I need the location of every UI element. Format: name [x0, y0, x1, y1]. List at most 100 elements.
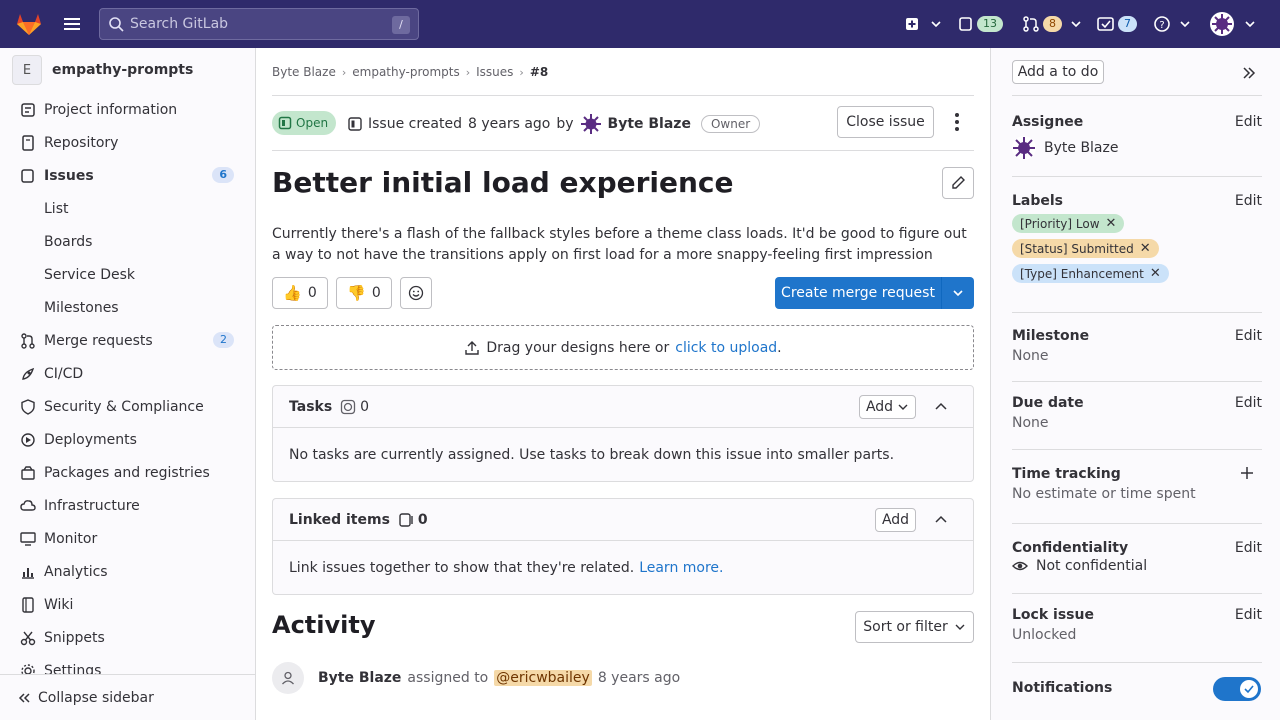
remove-label-icon[interactable]: ✕	[1150, 266, 1161, 281]
add-reaction-button[interactable]	[400, 277, 432, 309]
user-menu-button[interactable]	[1210, 12, 1257, 36]
breadcrumb-item[interactable]: Byte Blaze	[272, 65, 336, 79]
sidebar-item-monitor[interactable]: Monitor	[0, 522, 255, 555]
status-label: Open	[296, 116, 329, 130]
sidebar-item-service-desk[interactable]: Service Desk	[0, 258, 255, 291]
menu-icon[interactable]	[62, 14, 82, 34]
breadcrumb-item[interactable]: Issues	[476, 65, 513, 79]
check-icon	[1244, 685, 1254, 694]
thumbs-up-count: 0	[307, 285, 317, 301]
label-pill: [Priority] Low ✕	[1012, 214, 1125, 233]
linked-items-count: 0	[417, 511, 428, 528]
sort-filter-dropdown[interactable]: Sort or filter	[855, 611, 974, 643]
chevron-up-icon	[935, 402, 947, 410]
notifications-toggle[interactable]	[1213, 677, 1261, 701]
assignee-row[interactable]: Byte Blaze	[1012, 136, 1262, 160]
sidebar-item-cicd[interactable]: CI/CD	[0, 357, 255, 390]
due-date-title: Due date	[1012, 395, 1084, 411]
chevron-right-icon: ›	[465, 65, 471, 79]
sidebar-item-boards[interactable]: Boards	[0, 225, 255, 258]
sidebar-item-issues[interactable]: Issues 6	[0, 159, 255, 192]
sidebar-item-label: Deployments	[44, 431, 137, 448]
sidebar-item-infrastructure[interactable]: Infrastructure	[0, 489, 255, 522]
tasks-count: 0	[360, 398, 370, 415]
chevron-down-icon	[898, 404, 908, 410]
label-text: [Type] Enhancement	[1020, 266, 1144, 281]
author-name[interactable]: Byte Blaze	[608, 116, 691, 132]
sidebar-item-deployments[interactable]: Deployments	[0, 423, 255, 456]
more-actions-button[interactable]	[941, 106, 973, 138]
issue-type-icon	[348, 117, 362, 131]
issues-nav-button[interactable]: 13	[958, 12, 1003, 36]
edit-due-date-button[interactable]: Edit	[1235, 395, 1262, 411]
create-merge-request-button[interactable]: Create merge request	[775, 277, 974, 309]
edit-title-button[interactable]	[942, 167, 974, 199]
search-input[interactable]: Search GitLab /	[99, 8, 419, 40]
sidebar-item-project-information[interactable]: Project information	[0, 93, 255, 126]
monitor-icon	[20, 531, 36, 546]
click-to-upload-link[interactable]: click to upload	[675, 340, 777, 356]
todo-section	[1012, 48, 1262, 96]
remove-label-icon[interactable]: ✕	[1140, 241, 1151, 256]
thumbs-down-icon: 👎	[347, 284, 366, 302]
breadcrumb-item[interactable]: empathy-prompts	[352, 65, 459, 79]
close-issue-button[interactable]: Close issue	[837, 106, 934, 138]
linked-items-text: Link issues together to show that they'r…	[289, 559, 635, 576]
label-text: [Status] Submitted	[1020, 241, 1134, 256]
add-linked-item-button[interactable]: Add	[875, 508, 916, 532]
issues-icon	[21, 168, 34, 183]
mr-count-badge: 2	[213, 332, 234, 348]
eye-icon	[1012, 561, 1028, 571]
merge-request-icon	[1023, 16, 1039, 32]
add-task-button[interactable]: Add	[859, 395, 916, 419]
lock-issue-value: Unlocked	[1012, 627, 1077, 643]
edit-milestone-button[interactable]: Edit	[1235, 328, 1262, 344]
sidebar-item-packages-registries[interactable]: Packages and registries	[0, 456, 255, 489]
collapse-linked-items-button[interactable]	[933, 512, 949, 528]
sidebar-item-snippets[interactable]: Snippets	[0, 621, 255, 654]
labels-title: Labels	[1012, 193, 1064, 209]
user-avatar-icon	[1210, 12, 1234, 36]
search-shortcut: /	[392, 16, 410, 34]
breadcrumb-current[interactable]: #8	[530, 65, 548, 79]
project-header[interactable]: E empathy-prompts	[12, 55, 193, 85]
edit-labels-button[interactable]: Edit	[1235, 193, 1262, 209]
assignee-section: Assignee Edit Byte Blaze	[1012, 114, 1262, 177]
sidebar-item-list[interactable]: List	[0, 192, 255, 225]
sidebar-item-wiki[interactable]: Wiki	[0, 588, 255, 621]
user-mention[interactable]: @ericwbailey	[494, 670, 592, 686]
thumbs-up-button[interactable]: 👍 0	[272, 277, 328, 309]
help-button[interactable]: ?	[1153, 12, 1192, 36]
learn-more-link[interactable]: Learn more.	[639, 560, 723, 576]
sidebar-item-security-compliance[interactable]: Security & Compliance	[0, 390, 255, 423]
sidebar-item-milestones[interactable]: Milestones	[0, 291, 255, 324]
sidebar-item-analytics[interactable]: Analytics	[0, 555, 255, 588]
gitlab-logo-icon[interactable]	[16, 12, 42, 36]
divider	[272, 150, 974, 151]
create-new-button[interactable]	[904, 12, 943, 36]
sidebar-item-label: Project information	[44, 101, 178, 118]
collapse-sidebar-button[interactable]: Collapse sidebar	[0, 674, 255, 720]
doc-icon	[22, 134, 34, 151]
merge-requests-nav-button[interactable]: 8	[1022, 12, 1083, 36]
owner-badge: Owner	[700, 115, 761, 133]
collapse-sidebar-label: Collapse sidebar	[38, 689, 154, 706]
add-time-button[interactable]	[1240, 466, 1254, 480]
confidentiality-title: Confidentiality	[1012, 540, 1129, 556]
edit-confidentiality-button[interactable]: Edit	[1235, 540, 1262, 556]
sidebar-item-label: Issues	[44, 167, 94, 184]
activity-actor[interactable]: Byte Blaze	[318, 670, 401, 686]
edit-assignee-button[interactable]: Edit	[1235, 114, 1262, 130]
author-avatar-icon[interactable]	[579, 113, 602, 135]
issues-count-badge: 6	[212, 167, 234, 183]
merge-dropdown-toggle[interactable]	[942, 286, 974, 300]
design-upload-dropzone[interactable]: Drag your designs here or click to uploa…	[272, 325, 974, 370]
divider	[272, 95, 974, 96]
edit-lock-button[interactable]: Edit	[1235, 607, 1262, 623]
thumbs-down-button[interactable]: 👎 0	[336, 277, 392, 309]
collapse-tasks-button[interactable]	[933, 399, 949, 415]
todos-nav-button[interactable]: 7	[1097, 12, 1137, 36]
sidebar-item-repository[interactable]: Repository	[0, 126, 255, 159]
sidebar-item-merge-requests[interactable]: Merge requests 2	[0, 324, 255, 357]
remove-label-icon[interactable]: ✕	[1106, 216, 1117, 231]
